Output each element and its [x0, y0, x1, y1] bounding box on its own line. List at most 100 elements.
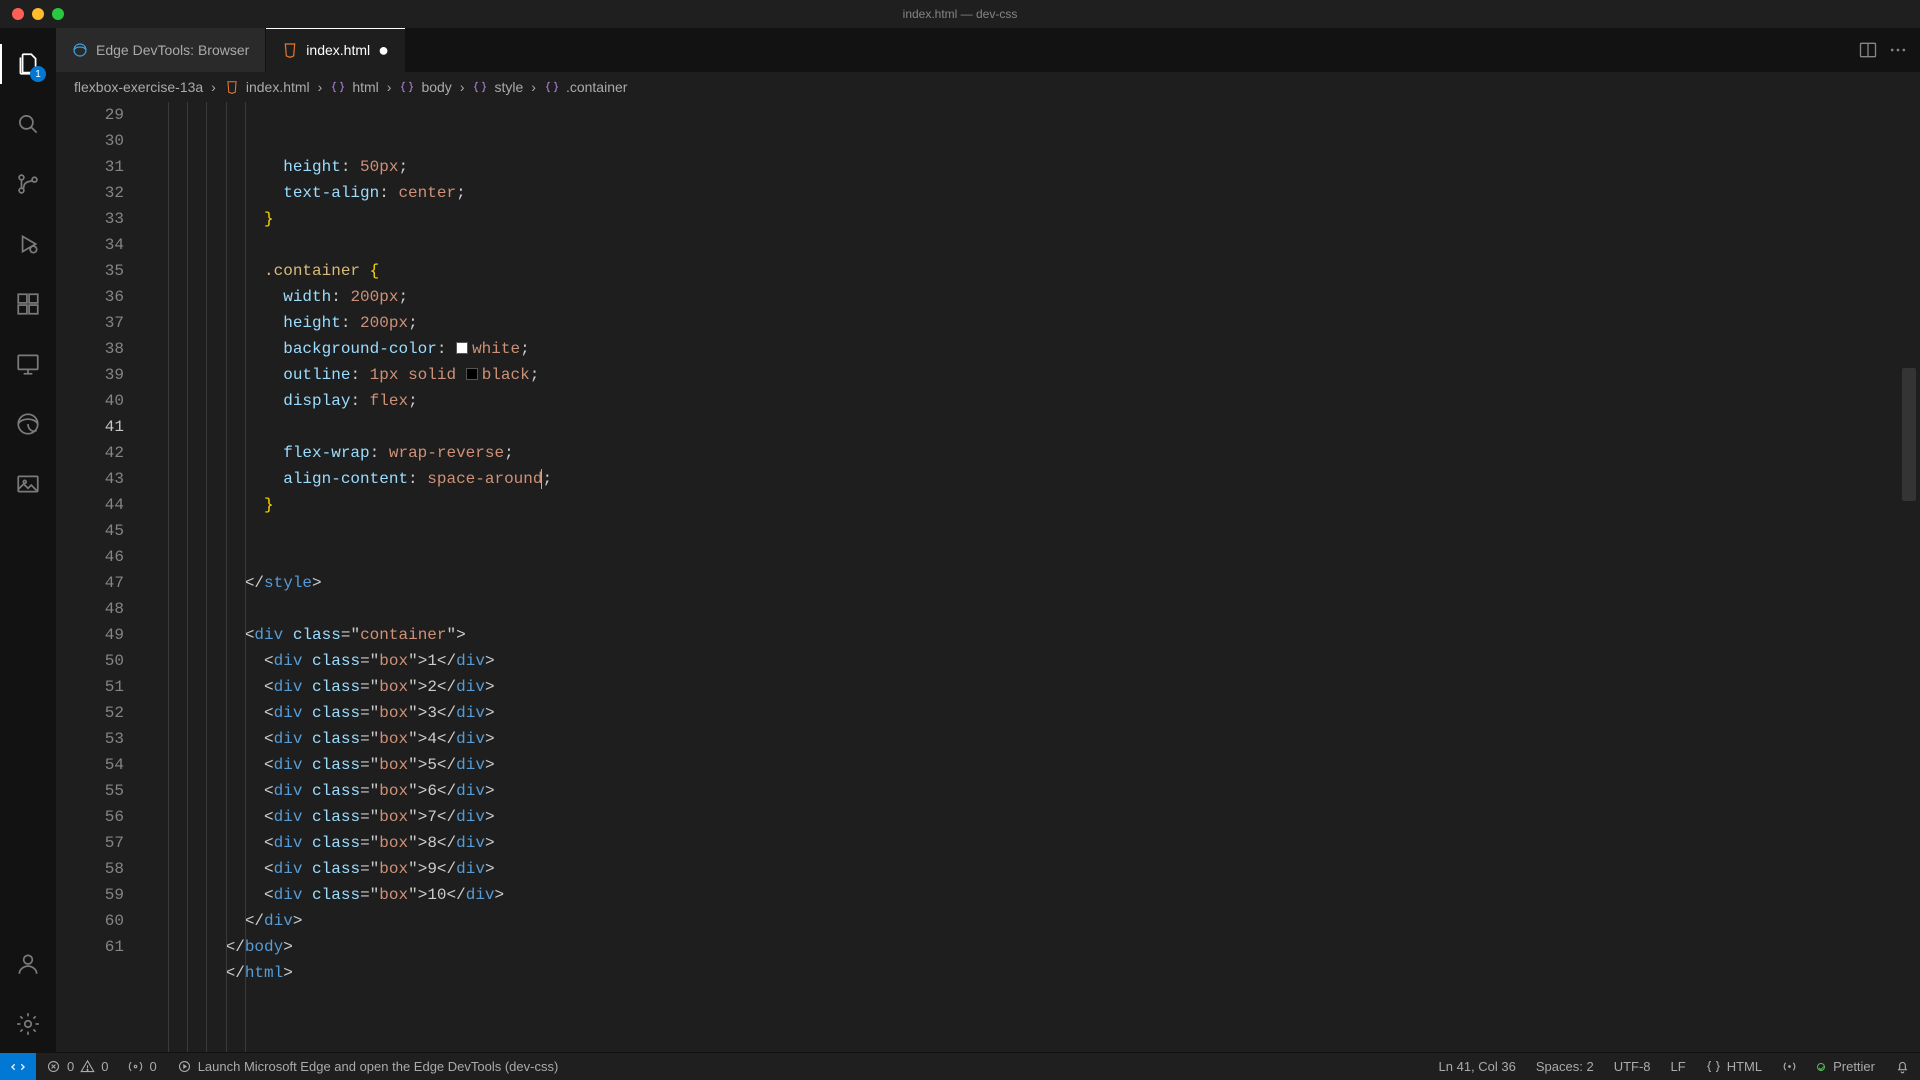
breadcrumb-index-html[interactable]: index.html — [224, 79, 310, 95]
code-line[interactable]: </body> — [168, 934, 1900, 960]
tab-index-html[interactable]: index.html● — [266, 28, 406, 72]
line-number-gutter[interactable]: 2930313233343536373839404142434445464748… — [56, 102, 148, 1052]
activity-extensions[interactable] — [0, 276, 56, 332]
code-line[interactable] — [168, 232, 1900, 258]
line-number[interactable]: 53 — [56, 726, 124, 752]
line-number[interactable]: 55 — [56, 778, 124, 804]
code-line[interactable] — [168, 596, 1900, 622]
maximize-window-button[interactable] — [52, 8, 64, 20]
code-line[interactable]: } — [168, 492, 1900, 518]
line-number[interactable]: 59 — [56, 882, 124, 908]
fold-column[interactable] — [148, 102, 168, 1052]
split-editor-button[interactable] — [1858, 40, 1878, 60]
breadcrumb-style[interactable]: style — [472, 79, 523, 95]
code-content[interactable]: height: 50px; text-align: center; } .con… — [168, 102, 1920, 1052]
status-launch-edge[interactable]: Launch Microsoft Edge and open the Edge … — [167, 1053, 569, 1080]
line-number[interactable]: 36 — [56, 284, 124, 310]
code-line[interactable]: outline: 1px solid black; — [168, 362, 1900, 388]
line-number[interactable]: 32 — [56, 180, 124, 206]
line-number[interactable]: 31 — [56, 154, 124, 180]
activity-explorer[interactable]: 1 — [0, 36, 56, 92]
activity-images[interactable] — [0, 456, 56, 512]
line-number[interactable]: 44 — [56, 492, 124, 518]
code-line[interactable]: align-content: space-around; — [168, 466, 1900, 492]
code-line[interactable]: <div class="box">1</div> — [168, 648, 1900, 674]
line-number[interactable]: 30 — [56, 128, 124, 154]
code-line[interactable]: height: 50px; — [168, 154, 1900, 180]
line-number[interactable]: 61 — [56, 934, 124, 960]
status-go-live[interactable] — [1772, 1053, 1807, 1080]
activity-source-control[interactable] — [0, 156, 56, 212]
code-line[interactable]: <div class="box">7</div> — [168, 804, 1900, 830]
line-number[interactable]: 38 — [56, 336, 124, 362]
scrollbar-track[interactable] — [1902, 102, 1916, 1052]
code-line[interactable]: <div class="box">9</div> — [168, 856, 1900, 882]
code-line[interactable]: height: 200px; — [168, 310, 1900, 336]
code-line[interactable] — [168, 986, 1900, 1012]
line-number[interactable]: 41 — [56, 414, 124, 440]
status-ports[interactable]: 0 — [118, 1053, 166, 1080]
line-number[interactable]: 42 — [56, 440, 124, 466]
breadcrumb-body[interactable]: body — [399, 79, 451, 95]
code-line[interactable]: </div> — [168, 908, 1900, 934]
line-number[interactable]: 52 — [56, 700, 124, 726]
line-number[interactable]: 43 — [56, 466, 124, 492]
activity-remote-explorer[interactable] — [0, 336, 56, 392]
breadcrumb-flexbox-exercise-13a[interactable]: flexbox-exercise-13a — [74, 79, 203, 95]
breadcrumb--container[interactable]: .container — [544, 79, 627, 95]
line-number[interactable]: 49 — [56, 622, 124, 648]
line-number[interactable]: 46 — [56, 544, 124, 570]
code-line[interactable]: <div class="container"> — [168, 622, 1900, 648]
code-line[interactable] — [168, 518, 1900, 544]
status-problems[interactable]: 0 0 — [36, 1053, 118, 1080]
code-line[interactable]: <div class="box">6</div> — [168, 778, 1900, 804]
line-number[interactable]: 40 — [56, 388, 124, 414]
activity-edge-tools[interactable] — [0, 396, 56, 452]
code-line[interactable]: <div class="box">10</div> — [168, 882, 1900, 908]
close-window-button[interactable] — [12, 8, 24, 20]
code-line[interactable] — [168, 414, 1900, 440]
line-number[interactable]: 33 — [56, 206, 124, 232]
code-line[interactable]: </html> — [168, 960, 1900, 986]
code-line[interactable]: <div class="box">5</div> — [168, 752, 1900, 778]
line-number[interactable]: 60 — [56, 908, 124, 934]
code-line[interactable]: <div class="box">4</div> — [168, 726, 1900, 752]
code-line[interactable]: </style> — [168, 570, 1900, 596]
line-number[interactable]: 48 — [56, 596, 124, 622]
status-indent[interactable]: Spaces: 2 — [1526, 1053, 1604, 1080]
line-number[interactable]: 56 — [56, 804, 124, 830]
status-remote-button[interactable] — [0, 1053, 36, 1080]
breadcrumbs[interactable]: flexbox-exercise-13a›index.html›html›bod… — [56, 72, 1920, 102]
status-eol[interactable]: LF — [1661, 1053, 1696, 1080]
line-number[interactable]: 58 — [56, 856, 124, 882]
code-line[interactable]: .container { — [168, 258, 1900, 284]
line-number[interactable]: 45 — [56, 518, 124, 544]
activity-settings[interactable] — [0, 996, 56, 1052]
code-line[interactable]: width: 200px; — [168, 284, 1900, 310]
status-prettier[interactable]: Prettier — [1807, 1053, 1885, 1080]
code-editor[interactable]: 2930313233343536373839404142434445464748… — [56, 102, 1920, 1052]
activity-accounts[interactable] — [0, 936, 56, 992]
code-line[interactable]: background-color: white; — [168, 336, 1900, 362]
scrollbar-thumb[interactable] — [1902, 368, 1916, 501]
status-notifications[interactable] — [1885, 1053, 1920, 1080]
code-line[interactable]: <div class="box">8</div> — [168, 830, 1900, 856]
line-number[interactable]: 57 — [56, 830, 124, 856]
line-number[interactable]: 47 — [56, 570, 124, 596]
line-number[interactable]: 50 — [56, 648, 124, 674]
code-line[interactable]: display: flex; — [168, 388, 1900, 414]
line-number[interactable]: 51 — [56, 674, 124, 700]
code-line[interactable]: <div class="box">2</div> — [168, 674, 1900, 700]
activity-run-debug[interactable] — [0, 216, 56, 272]
code-line[interactable]: <div class="box">3</div> — [168, 700, 1900, 726]
minimize-window-button[interactable] — [32, 8, 44, 20]
line-number[interactable]: 29 — [56, 102, 124, 128]
line-number[interactable]: 37 — [56, 310, 124, 336]
tab-edge-devtools-browser[interactable]: Edge DevTools: Browser — [56, 28, 266, 72]
status-language[interactable]: HTML — [1696, 1053, 1772, 1080]
more-actions-button[interactable] — [1888, 40, 1908, 60]
status-cursor[interactable]: Ln 41, Col 36 — [1429, 1053, 1526, 1080]
code-line[interactable] — [168, 544, 1900, 570]
code-line[interactable]: flex-wrap: wrap-reverse; — [168, 440, 1900, 466]
status-encoding[interactable]: UTF-8 — [1604, 1053, 1661, 1080]
